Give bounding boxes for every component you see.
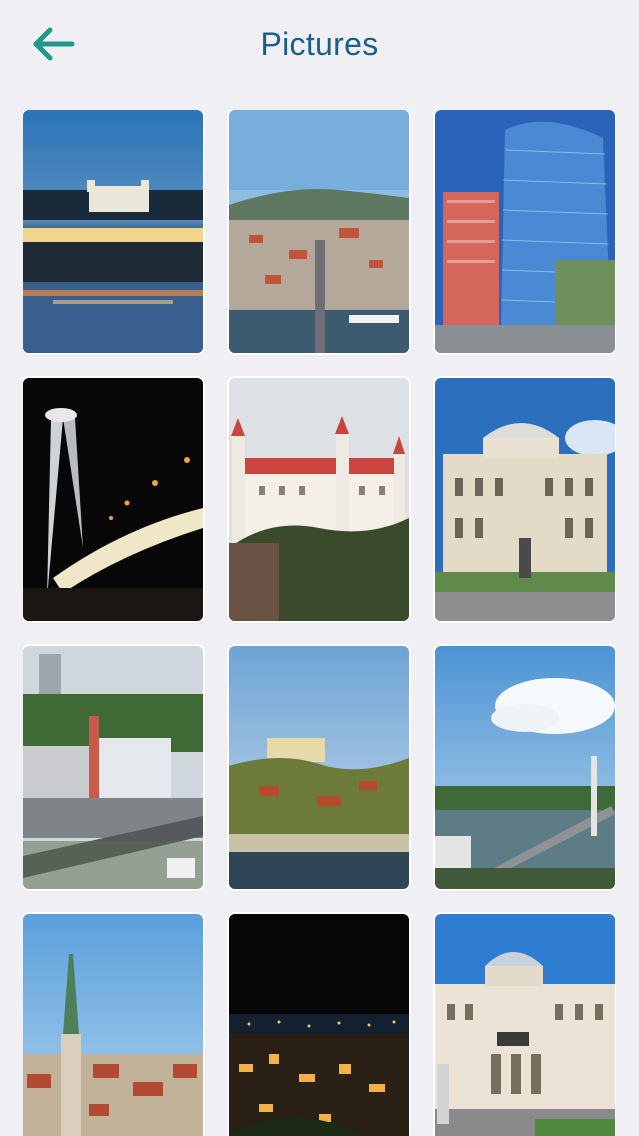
- gallery-item-city-aerial-bridge[interactable]: [229, 110, 409, 353]
- picture-grid: [23, 110, 616, 1136]
- gallery-item-castle-hill-river[interactable]: [229, 646, 409, 889]
- gallery-item-theatre-building[interactable]: [435, 378, 615, 621]
- gallery-item-ufo-bridge-night[interactable]: [23, 378, 203, 621]
- photo-city-night: [229, 914, 409, 1136]
- page-title: Pictures: [260, 26, 379, 62]
- gallery-item-danube-bridge[interactable]: [435, 646, 615, 889]
- photo-ufo-bridge-night: [23, 378, 203, 621]
- gallery-item-bratislava-castle[interactable]: [229, 378, 409, 621]
- photo-castle-night-bridge: [23, 110, 203, 353]
- gallery-item-glass-tower[interactable]: [435, 110, 615, 353]
- photo-danube-bridge: [435, 646, 615, 889]
- photo-glass-tower: [435, 110, 615, 353]
- photo-theatre-building: [435, 378, 615, 621]
- gallery-item-city-night[interactable]: [229, 914, 409, 1136]
- photo-castle-hill-river: [229, 646, 409, 889]
- photo-bratislava-castle: [229, 378, 409, 621]
- top-bar: Pictures: [0, 0, 639, 90]
- photo-opera-house: [435, 914, 615, 1136]
- gallery-item-castle-night-bridge[interactable]: [23, 110, 203, 353]
- photo-city-intersection: [23, 646, 203, 889]
- gallery-item-opera-house[interactable]: [435, 914, 615, 1136]
- photo-cathedral-spire: [23, 914, 203, 1136]
- gallery-item-cathedral-spire[interactable]: [23, 914, 203, 1136]
- photo-city-aerial-bridge: [229, 110, 409, 353]
- gallery-item-city-intersection[interactable]: [23, 646, 203, 889]
